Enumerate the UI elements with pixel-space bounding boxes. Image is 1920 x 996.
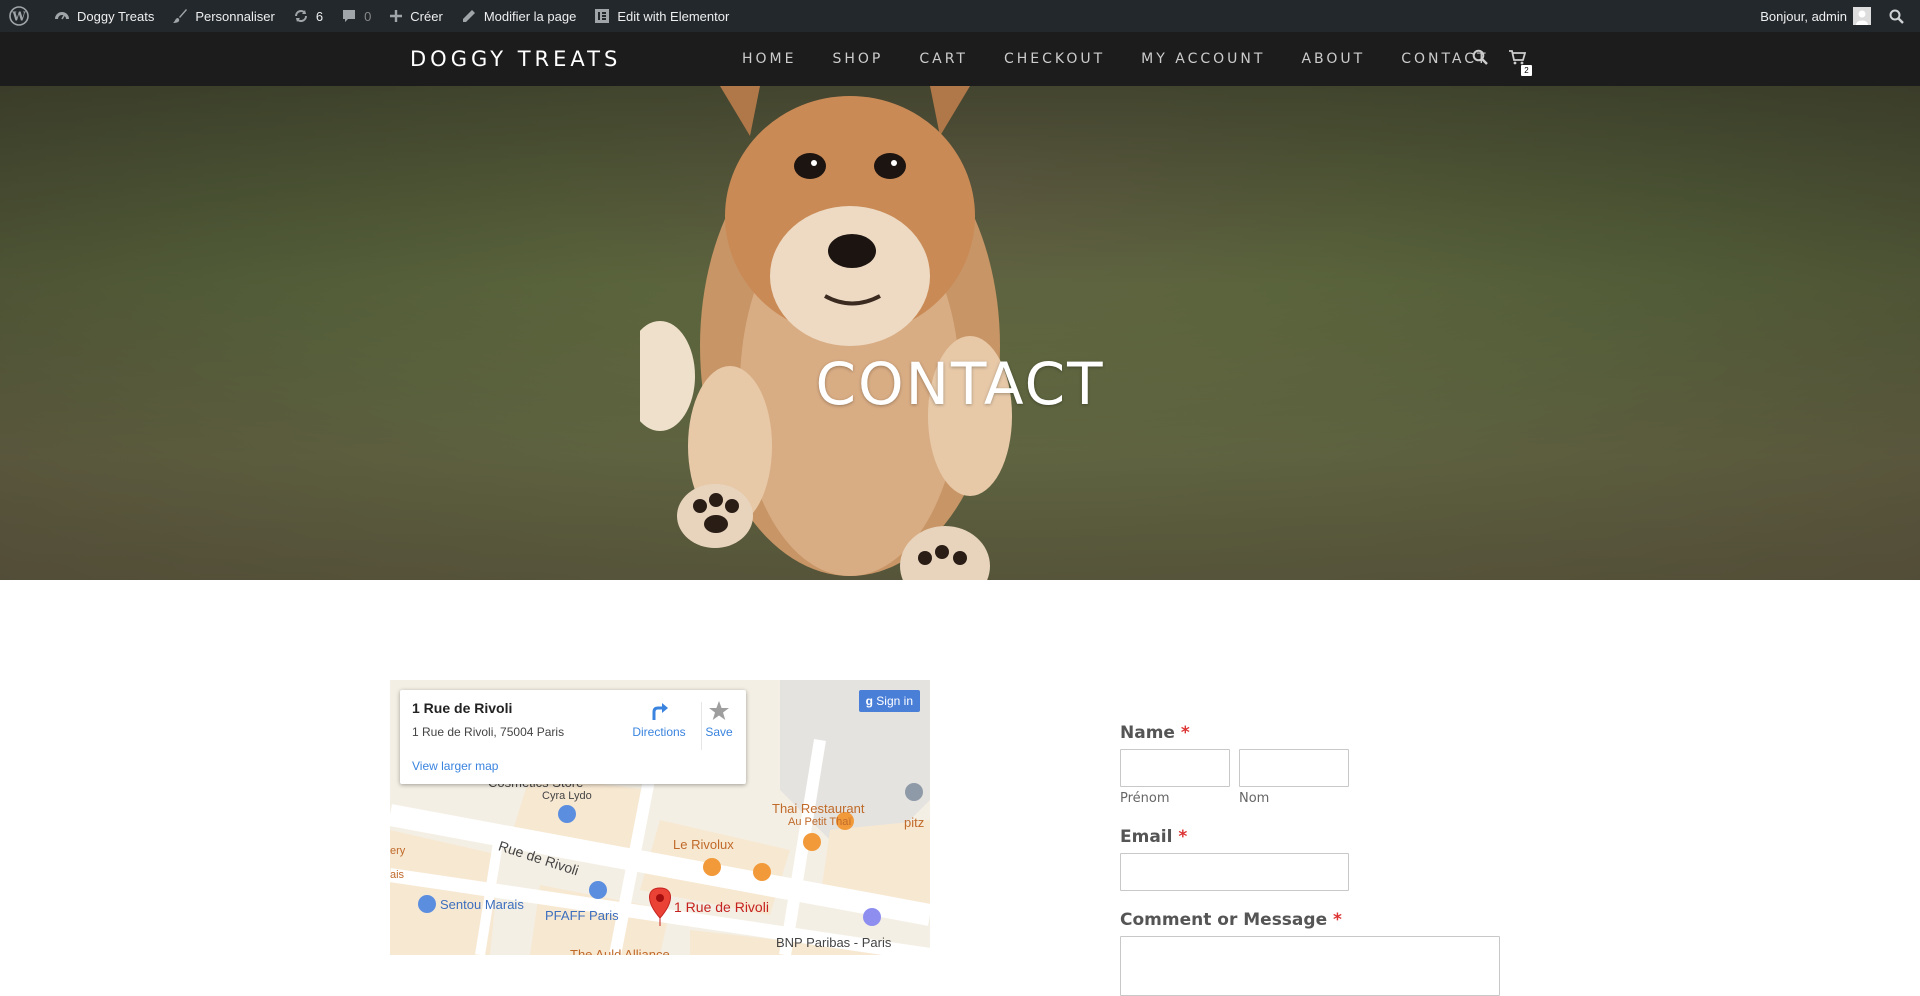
elementor-icon [595,9,610,23]
map-sign-in-button[interactable]: g Sign in [858,690,920,712]
last-name-input[interactable] [1239,749,1349,787]
place-address: 1 Rue de Rivoli, 75004 Paris [412,725,565,739]
cart-icon [1509,49,1527,64]
plus-icon [390,10,403,22]
cart-count-badge: 2 [1521,64,1532,76]
map-label: PFAFF Paris [545,908,619,923]
required-marker: * [1180,723,1190,743]
greeting-label: Bonjour, admin [1760,8,1847,24]
map-label: Thai Restaurant [772,801,865,816]
nav-checkout[interactable]: CHECKOUT [1004,51,1105,67]
map-label: BNP Paribas - Paris [776,935,892,950]
place-title: 1 Rue de Rivoli [412,700,513,716]
search-icon [1889,9,1904,24]
sign-in-label: Sign in [876,694,913,708]
comments-count: 0 [364,8,372,24]
updates-icon [294,10,307,22]
google-icon: g [865,694,873,708]
site-name-link[interactable]: Doggy Treats [45,0,163,32]
svg-text:W: W [11,10,26,24]
nav-home[interactable]: HOME [742,51,796,67]
updates-count: 6 [315,8,324,24]
map-label: The Auld Alliance [570,947,670,955]
nav-my-account[interactable]: MY ACCOUNT [1141,51,1265,67]
comment-icon [343,10,356,22]
edit-page-link[interactable]: Modifier la page [452,0,586,32]
new-label: Créer [410,8,443,24]
map-label: ery [390,845,406,857]
pencil-icon [462,10,475,22]
save-label: Save [705,725,733,739]
directions-label: Directions [632,725,686,739]
wp-admin-bar: W Doggy Treats Personnaliser 6 0 Créer M… [0,0,1920,32]
required-marker: * [1178,827,1188,847]
updates-link[interactable]: 6 [284,0,332,32]
email-input[interactable] [1120,853,1349,891]
customize-label: Personnaliser [195,8,275,24]
edit-with-elementor-link[interactable]: Edit with Elementor [585,0,738,32]
star-icon [709,701,729,720]
site-name-label: Doggy Treats [77,8,155,24]
wordpress-icon: W [9,6,29,26]
comment-textarea[interactable] [1120,936,1500,996]
jumping-dog-image [640,86,1012,580]
header-search-button[interactable] [1472,49,1488,70]
map-place-card: 1 Rue de Rivoli 1 Rue de Rivoli, 75004 P… [400,690,746,784]
customize-link[interactable]: Personnaliser [163,0,284,32]
avatar [1853,7,1871,25]
nav-cart[interactable]: CART [919,51,968,67]
comment-label: Comment or Message * [1120,910,1342,930]
admin-search-button[interactable] [1880,0,1920,32]
header-cart-button[interactable]: 2 [1508,49,1532,76]
directions-icon [652,703,668,720]
nav-about[interactable]: ABOUT [1301,51,1365,67]
required-marker: * [1333,910,1342,930]
google-map-embed[interactable]: Cosmetics Store Cyra Lydo Thai Restauran… [390,680,930,955]
new-content-link[interactable]: Créer [380,0,452,32]
paintbrush-icon [173,9,188,23]
comments-link[interactable]: 0 [332,0,380,32]
first-name-sublabel: Prénom [1120,791,1170,806]
main-nav: HOME SHOP CART CHECKOUT MY ACCOUNT ABOUT… [724,32,1507,86]
view-larger-map-link[interactable]: View larger map [412,759,498,773]
directions-button[interactable]: Directions [629,700,689,739]
map-label: pitz [904,815,925,830]
map-label: Sentou Marais [440,897,524,912]
dashboard-icon [55,12,69,20]
map-label: ais [390,869,405,881]
wordpress-logo-button[interactable]: W [0,0,45,32]
edit-page-label: Modifier la page [483,8,577,24]
name-label: Name * [1120,723,1190,743]
map-label: Le Rivolux [673,837,734,852]
nav-shop[interactable]: SHOP [832,51,883,67]
site-header: DOGGY TREATS HOME SHOP CART CHECKOUT MY … [0,32,1920,86]
search-icon [1472,49,1488,65]
account-menu[interactable]: Bonjour, admin [1751,0,1880,32]
last-name-sublabel: Nom [1239,791,1270,806]
elementor-label: Edit with Elementor [617,8,730,24]
email-label: Email * [1120,827,1188,847]
save-button[interactable]: Save [701,700,737,739]
site-logo[interactable]: DOGGY TREATS [410,32,621,86]
hero-banner: CONTACT [0,86,1920,580]
map-label: Au Petit Thaï [788,816,852,828]
page-title: CONTACT [815,350,1105,418]
map-label: Cyra Lydo [542,790,592,802]
first-name-input[interactable] [1120,749,1230,787]
map-pin-label: 1 Rue de Rivoli [674,899,769,915]
